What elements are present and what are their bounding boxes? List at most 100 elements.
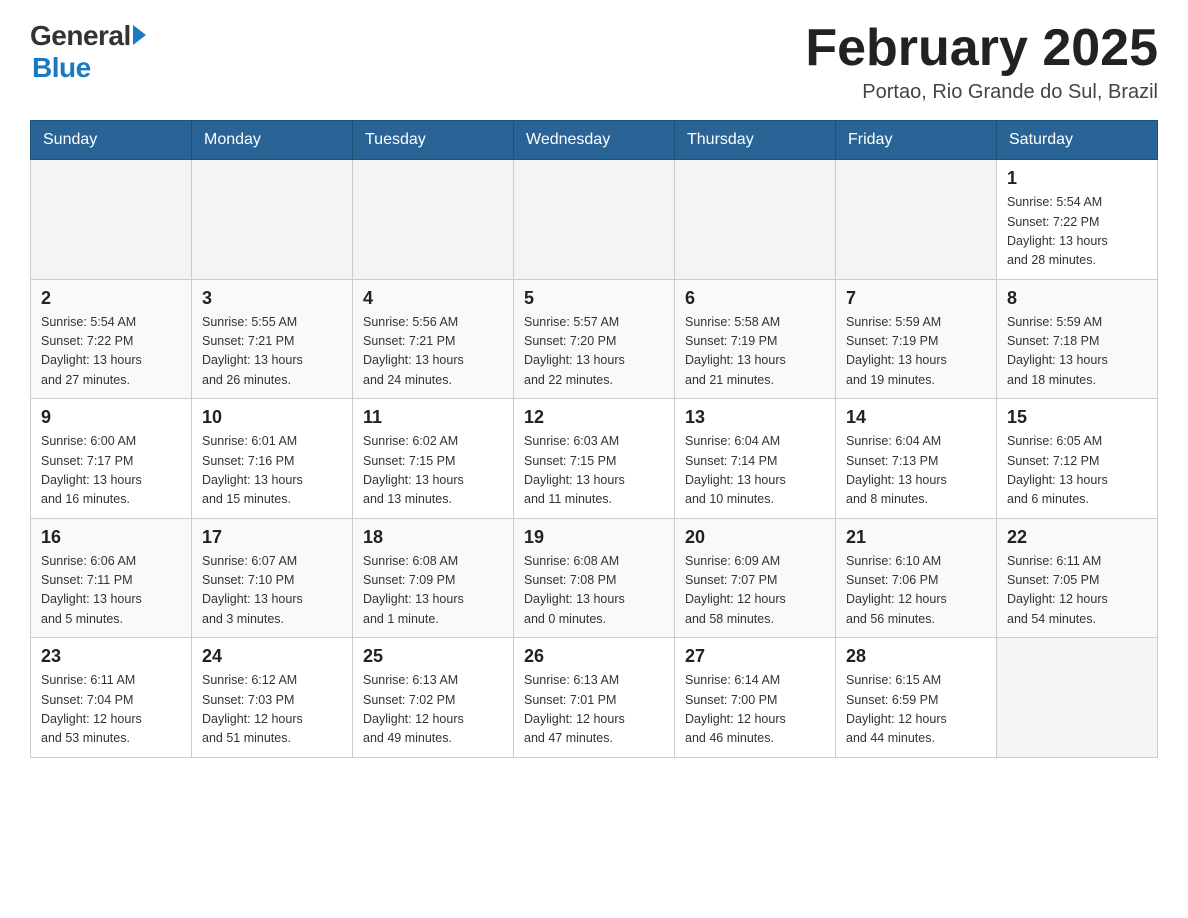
calendar-day-cell (836, 160, 997, 280)
calendar-day-cell: 20 Sunrise: 6:09 AM Sunset: 7:07 PM Dayli… (675, 518, 836, 638)
day-info: Sunrise: 5:54 AM Sunset: 7:22 PM Dayligh… (41, 313, 181, 391)
day-number: 23 (41, 646, 181, 667)
calendar-day-cell: 18 Sunrise: 6:08 AM Sunset: 7:09 PM Dayli… (353, 518, 514, 638)
day-number: 10 (202, 407, 342, 428)
day-info: Sunrise: 6:06 AM Sunset: 7:11 PM Dayligh… (41, 552, 181, 630)
calendar-day-cell: 7 Sunrise: 5:59 AM Sunset: 7:19 PM Daylig… (836, 279, 997, 399)
calendar-day-cell: 23 Sunrise: 6:11 AM Sunset: 7:04 PM Dayli… (31, 638, 192, 758)
weekday-header-tuesday: Tuesday (353, 121, 514, 160)
week-row-4: 16 Sunrise: 6:06 AM Sunset: 7:11 PM Dayli… (31, 518, 1158, 638)
calendar-day-cell: 5 Sunrise: 5:57 AM Sunset: 7:20 PM Daylig… (514, 279, 675, 399)
weekday-header-saturday: Saturday (997, 121, 1158, 160)
logo-general-text: General (30, 20, 131, 52)
day-number: 20 (685, 527, 825, 548)
calendar-day-cell (514, 160, 675, 280)
day-number: 15 (1007, 407, 1147, 428)
calendar-day-cell: 17Sunrise: 6:07 AM Sunset: 7:10 PM Dayli… (192, 518, 353, 638)
day-number: 8 (1007, 288, 1147, 309)
day-info: Sunrise: 6:12 AM Sunset: 7:03 PM Dayligh… (202, 671, 342, 749)
calendar-day-cell: 28 Sunrise: 6:15 AM Sunset: 6:59 PM Dayli… (836, 638, 997, 758)
week-row-2: 2 Sunrise: 5:54 AM Sunset: 7:22 PM Daylig… (31, 279, 1158, 399)
week-row-3: 9 Sunrise: 6:00 AM Sunset: 7:17 PM Daylig… (31, 399, 1158, 519)
day-info: Sunrise: 5:59 AM Sunset: 7:19 PM Dayligh… (846, 313, 986, 391)
day-info: Sunrise: 6:00 AM Sunset: 7:17 PM Dayligh… (41, 432, 181, 510)
day-info: Sunrise: 5:54 AM Sunset: 7:22 PM Dayligh… (1007, 193, 1147, 271)
day-number: 5 (524, 288, 664, 309)
day-number: 24 (202, 646, 342, 667)
calendar-day-cell (353, 160, 514, 280)
day-number: 21 (846, 527, 986, 548)
day-info: Sunrise: 6:08 AM Sunset: 7:08 PM Dayligh… (524, 552, 664, 630)
calendar-day-cell: 10 Sunrise: 6:01 AM Sunset: 7:16 PM Dayli… (192, 399, 353, 519)
month-title: February 2025 (805, 20, 1158, 77)
calendar-day-cell: 14 Sunrise: 6:04 AM Sunset: 7:13 PM Dayli… (836, 399, 997, 519)
calendar-table: SundayMondayTuesdayWednesdayThursdayFrid… (30, 120, 1158, 758)
day-info: Sunrise: 6:04 AM Sunset: 7:13 PM Dayligh… (846, 432, 986, 510)
logo-triangle-icon (133, 25, 146, 45)
weekday-header-friday: Friday (836, 121, 997, 160)
day-number: 26 (524, 646, 664, 667)
day-number: 13 (685, 407, 825, 428)
day-info: Sunrise: 6:09 AM Sunset: 7:07 PM Dayligh… (685, 552, 825, 630)
day-number: 11 (363, 407, 503, 428)
calendar-day-cell: 4Sunrise: 5:56 AM Sunset: 7:21 PM Daylig… (353, 279, 514, 399)
weekday-header-wednesday: Wednesday (514, 121, 675, 160)
page-header: General Blue February 2025 Portao, Rio G… (30, 20, 1158, 104)
day-info: Sunrise: 6:14 AM Sunset: 7:00 PM Dayligh… (685, 671, 825, 749)
calendar-day-cell (997, 638, 1158, 758)
day-number: 28 (846, 646, 986, 667)
day-number: 1 (1007, 168, 1147, 189)
day-info: Sunrise: 5:57 AM Sunset: 7:20 PM Dayligh… (524, 313, 664, 391)
day-number: 18 (363, 527, 503, 548)
day-info: Sunrise: 6:13 AM Sunset: 7:02 PM Dayligh… (363, 671, 503, 749)
logo-blue-text: Blue (32, 52, 91, 84)
calendar-day-cell: 11 Sunrise: 6:02 AM Sunset: 7:15 PM Dayli… (353, 399, 514, 519)
calendar-day-cell: 3Sunrise: 5:55 AM Sunset: 7:21 PM Daylig… (192, 279, 353, 399)
calendar-day-cell: 6 Sunrise: 5:58 AM Sunset: 7:19 PM Daylig… (675, 279, 836, 399)
day-number: 25 (363, 646, 503, 667)
day-number: 6 (685, 288, 825, 309)
day-info: Sunrise: 5:59 AM Sunset: 7:18 PM Dayligh… (1007, 313, 1147, 391)
weekday-header-row: SundayMondayTuesdayWednesdayThursdayFrid… (31, 121, 1158, 160)
calendar-day-cell: 24 Sunrise: 6:12 AM Sunset: 7:03 PM Dayli… (192, 638, 353, 758)
calendar-day-cell: 12Sunrise: 6:03 AM Sunset: 7:15 PM Dayli… (514, 399, 675, 519)
weekday-header-sunday: Sunday (31, 121, 192, 160)
day-number: 12 (524, 407, 664, 428)
day-info: Sunrise: 6:10 AM Sunset: 7:06 PM Dayligh… (846, 552, 986, 630)
day-number: 22 (1007, 527, 1147, 548)
calendar-day-cell (675, 160, 836, 280)
day-info: Sunrise: 6:05 AM Sunset: 7:12 PM Dayligh… (1007, 432, 1147, 510)
location-subtitle: Portao, Rio Grande do Sul, Brazil (805, 81, 1158, 104)
logo: General Blue (30, 20, 146, 84)
day-number: 16 (41, 527, 181, 548)
day-number: 14 (846, 407, 986, 428)
day-info: Sunrise: 6:15 AM Sunset: 6:59 PM Dayligh… (846, 671, 986, 749)
day-number: 9 (41, 407, 181, 428)
day-number: 17 (202, 527, 342, 548)
day-info: Sunrise: 5:58 AM Sunset: 7:19 PM Dayligh… (685, 313, 825, 391)
week-row-5: 23 Sunrise: 6:11 AM Sunset: 7:04 PM Dayli… (31, 638, 1158, 758)
day-number: 19 (524, 527, 664, 548)
week-row-1: 1 Sunrise: 5:54 AM Sunset: 7:22 PM Daylig… (31, 160, 1158, 280)
calendar-day-cell: 25 Sunrise: 6:13 AM Sunset: 7:02 PM Dayli… (353, 638, 514, 758)
calendar-day-cell (192, 160, 353, 280)
day-number: 2 (41, 288, 181, 309)
calendar-day-cell: 9 Sunrise: 6:00 AM Sunset: 7:17 PM Daylig… (31, 399, 192, 519)
day-number: 7 (846, 288, 986, 309)
day-info: Sunrise: 6:11 AM Sunset: 7:04 PM Dayligh… (41, 671, 181, 749)
day-info: Sunrise: 6:02 AM Sunset: 7:15 PM Dayligh… (363, 432, 503, 510)
day-info: Sunrise: 6:01 AM Sunset: 7:16 PM Dayligh… (202, 432, 342, 510)
day-info: Sunrise: 6:08 AM Sunset: 7:09 PM Dayligh… (363, 552, 503, 630)
calendar-day-cell: 15 Sunrise: 6:05 AM Sunset: 7:12 PM Dayli… (997, 399, 1158, 519)
day-number: 3 (202, 288, 342, 309)
day-number: 27 (685, 646, 825, 667)
weekday-header-thursday: Thursday (675, 121, 836, 160)
title-section: February 2025 Portao, Rio Grande do Sul,… (805, 20, 1158, 104)
calendar-day-cell: 13Sunrise: 6:04 AM Sunset: 7:14 PM Dayli… (675, 399, 836, 519)
calendar-day-cell: 27 Sunrise: 6:14 AM Sunset: 7:00 PM Dayli… (675, 638, 836, 758)
day-info: Sunrise: 6:11 AM Sunset: 7:05 PM Dayligh… (1007, 552, 1147, 630)
calendar-day-cell: 26Sunrise: 6:13 AM Sunset: 7:01 PM Dayli… (514, 638, 675, 758)
day-info: Sunrise: 5:56 AM Sunset: 7:21 PM Dayligh… (363, 313, 503, 391)
calendar-day-cell: 2 Sunrise: 5:54 AM Sunset: 7:22 PM Daylig… (31, 279, 192, 399)
calendar-day-cell: 21 Sunrise: 6:10 AM Sunset: 7:06 PM Dayli… (836, 518, 997, 638)
